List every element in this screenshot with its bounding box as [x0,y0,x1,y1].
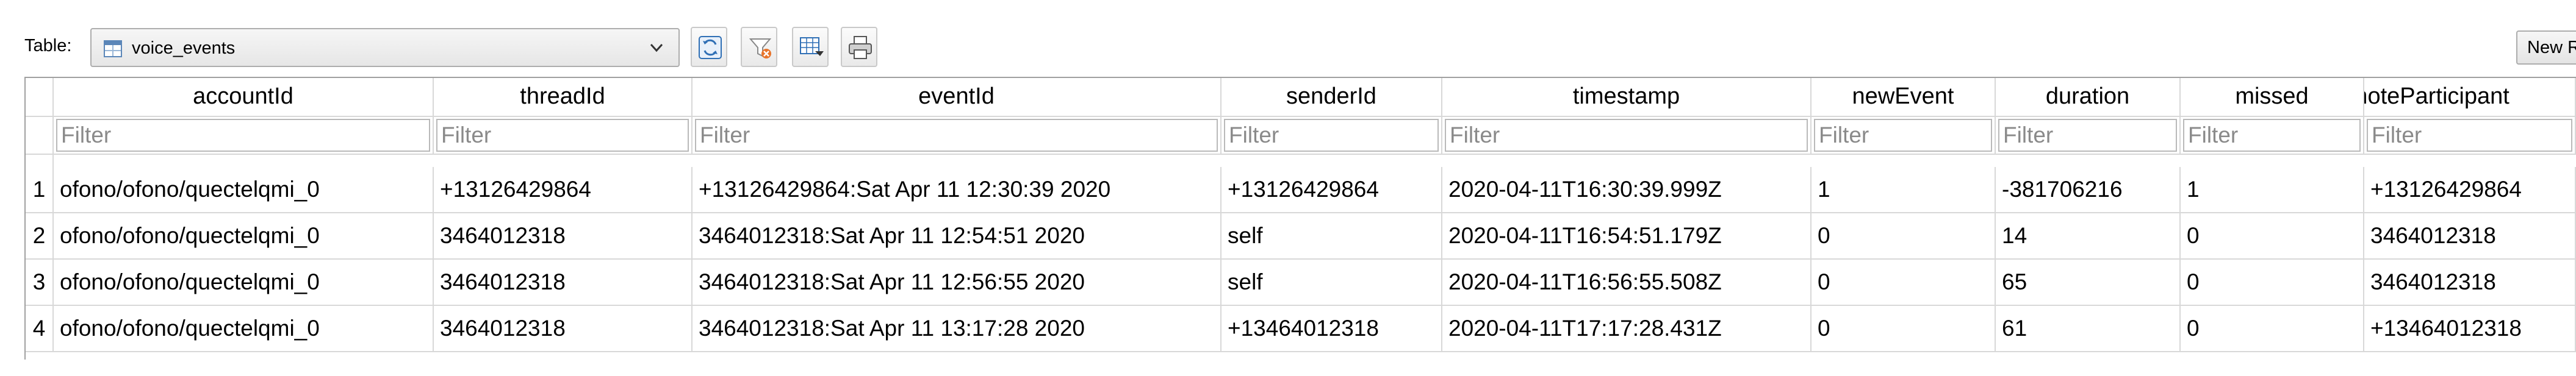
data-grid: accountId threadId eventId senderId time… [24,77,2576,360]
table-label: Table: [24,36,72,55]
row-header-corner [26,78,54,117]
save-filter-button[interactable] [792,27,829,67]
table-cell[interactable]: 0 [1811,213,1996,260]
table-cell[interactable]: 1 [1811,167,1996,213]
table-cell[interactable]: 0 [2181,260,2364,306]
table-cell[interactable]: +13126429864:Sat Apr 11 12:30:39 2020 [693,167,1221,213]
table-select-value: voice_events [132,38,236,58]
table-cell[interactable]: +13464012318 [2364,306,2576,352]
table-row[interactable]: 4 ofono/ofono/quectelqmi_0 3464012318 34… [26,306,2576,352]
filter-input-accountId[interactable] [56,119,430,152]
row-number[interactable]: 2 [26,213,54,260]
row-number[interactable]: 3 [26,260,54,306]
column-header-remoteParticipant[interactable]: remoteParticipant [2364,78,2576,117]
filter-input-duration[interactable] [1998,119,2177,152]
table-cell[interactable]: +13126429864 [434,167,693,213]
row-number[interactable]: 4 [26,306,54,352]
table-cell[interactable]: +13464012318 [1221,306,1442,352]
table-cell[interactable]: 3464012318 [2364,260,2576,306]
filter-input-threadId[interactable] [436,119,689,152]
clear-filter-icon [749,38,772,59]
filter-row [26,117,2576,155]
table-cell[interactable]: 0 [1811,306,1996,352]
filter-input-eventId[interactable] [695,119,1218,152]
table-cell[interactable]: 0 [2181,306,2364,352]
table-cell[interactable]: 61 [1996,306,2181,352]
table-cell[interactable]: ofono/ofono/quectelqmi_0 [54,260,434,306]
table-cell[interactable]: 3464012318 [434,306,693,352]
table-cell[interactable]: 65 [1996,260,2181,306]
column-header-eventId[interactable]: eventId [693,78,1221,117]
column-header-senderId[interactable]: senderId [1221,78,1442,117]
table-cell[interactable]: 3464012318:Sat Apr 11 12:56:55 2020 [693,260,1221,306]
clear-filters-button[interactable] [741,27,777,67]
table-cell[interactable]: 2020-04-11T16:54:51.179Z [1442,213,1811,260]
table-cell[interactable]: ofono/ofono/quectelqmi_0 [54,306,434,352]
filter-input-remoteParticipant[interactable] [2367,119,2572,152]
save-filter-icon [800,37,824,56]
refresh-button[interactable] [691,27,727,67]
column-header-accountId[interactable]: accountId [54,78,434,117]
toolbar: Table: voice_events New [0,0,2576,73]
column-header-timestamp[interactable]: timestamp [1442,78,1811,117]
table-select[interactable]: voice_events [90,28,680,67]
column-header-newEvent[interactable]: newEvent [1811,78,1996,117]
table-cell[interactable]: self [1221,260,1442,306]
table-cell[interactable]: 14 [1996,213,2181,260]
table-row[interactable]: 3 ofono/ofono/quectelqmi_0 3464012318 34… [26,260,2576,306]
row-number[interactable]: 1 [26,167,54,213]
table-cell[interactable]: 2020-04-11T16:56:55.508Z [1442,260,1811,306]
print-icon [849,36,872,59]
table-row[interactable]: 2 ofono/ofono/quectelqmi_0 3464012318 34… [26,213,2576,260]
table-cell[interactable]: 1 [2181,167,2364,213]
table-cell[interactable]: ofono/ofono/quectelqmi_0 [54,167,434,213]
filter-gap [26,155,2576,167]
table-icon [104,40,122,57]
table-cell[interactable]: 3464012318 [434,260,693,306]
filter-input-newEvent[interactable] [1814,119,1992,152]
table-cell[interactable]: +13126429864 [1221,167,1442,213]
filter-input-missed[interactable] [2183,119,2361,152]
table-cell[interactable]: 0 [2181,213,2364,260]
print-button[interactable] [841,27,877,67]
filter-input-senderId[interactable] [1224,119,1439,152]
filter-row-header [26,117,54,155]
table-cell[interactable]: 0 [1811,260,1996,306]
column-header-duration[interactable]: duration [1996,78,2181,117]
table-cell[interactable]: 3464012318:Sat Apr 11 13:17:28 2020 [693,306,1221,352]
table-cell[interactable]: -381706216 [1996,167,2181,213]
column-header-threadId[interactable]: threadId [434,78,693,117]
table-cell[interactable]: 2020-04-11T17:17:28.431Z [1442,306,1811,352]
table-cell[interactable]: self [1221,213,1442,260]
refresh-icon [699,36,722,59]
filter-input-timestamp[interactable] [1445,119,1808,152]
new-record-button[interactable]: New Record [2516,30,2576,65]
column-header-missed[interactable]: missed [2181,78,2364,117]
table-cell[interactable]: ofono/ofono/quectelqmi_0 [54,213,434,260]
table-cell[interactable]: 2020-04-11T16:30:39.999Z [1442,167,1811,213]
table-cell[interactable]: +13126429864 [2364,167,2576,213]
table-cell[interactable]: 3464012318:Sat Apr 11 12:54:51 2020 [693,213,1221,260]
table-row[interactable]: 1 ofono/ofono/quectelqmi_0 +13126429864 … [26,167,2576,213]
chevron-down-icon [650,43,663,52]
header-row: accountId threadId eventId senderId time… [26,78,2576,117]
table-cell[interactable]: 3464012318 [2364,213,2576,260]
table-cell[interactable]: 3464012318 [434,213,693,260]
